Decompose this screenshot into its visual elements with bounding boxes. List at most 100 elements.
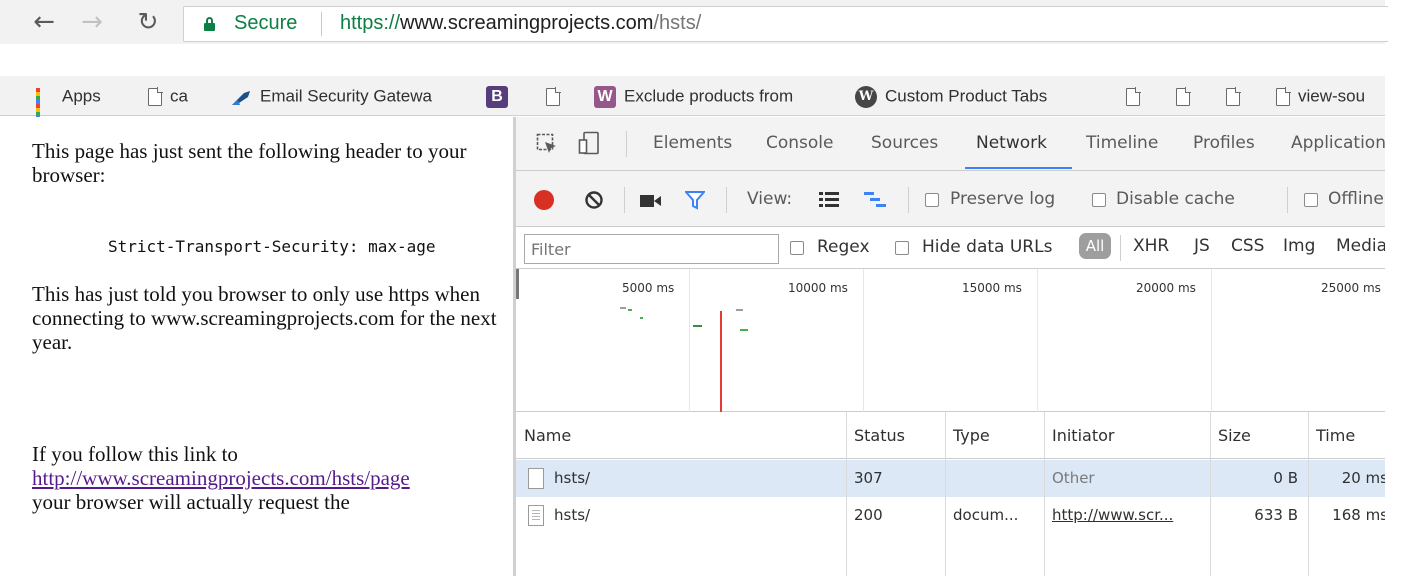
column-status[interactable]: Status <box>854 426 905 445</box>
filter-media[interactable]: Media <box>1336 236 1385 256</box>
address-bar[interactable]: Secure https://www.screamingprojects.com… <box>183 6 1388 42</box>
bookmark-label: Exclude products from <box>624 86 794 106</box>
disable-cache-checkbox[interactable] <box>1092 193 1106 207</box>
view-label: View: <box>747 189 793 209</box>
address-divider <box>321 12 322 36</box>
bookmark-label: Apps <box>62 86 101 106</box>
column-divider <box>1210 412 1211 576</box>
bookmark-apps[interactable]: Apps <box>36 84 101 124</box>
page-icon <box>148 86 163 106</box>
page-icon <box>1176 86 1191 106</box>
hide-data-urls-checkbox[interactable] <box>895 241 909 255</box>
request-row[interactable]: hsts/ 307 Other 0 B 20 ms <box>516 460 1385 497</box>
bookmark-ca[interactable]: ca <box>148 84 188 108</box>
waterfall-overview-icon[interactable] <box>864 192 886 212</box>
filter-funnel-icon[interactable] <box>683 190 707 214</box>
clear-icon[interactable] <box>584 190 604 214</box>
filter-js[interactable]: JS <box>1194 236 1210 256</box>
toolbar-divider <box>624 187 625 213</box>
request-mark <box>628 309 632 311</box>
bookmark-bootstrap[interactable]: B <box>486 84 516 108</box>
back-arrow-icon[interactable]: ← <box>28 6 60 38</box>
bookmark-label: ca <box>170 86 188 106</box>
forward-arrow-icon[interactable]: → <box>76 6 108 38</box>
bookmark-email-security-gateway[interactable]: Email Security Gatewa <box>230 84 432 108</box>
timeline-gridline <box>1211 269 1212 412</box>
bookmark-label: view-sou <box>1298 86 1366 106</box>
filter-xhr[interactable]: XHR <box>1133 236 1169 256</box>
offline-label: Offline <box>1328 189 1384 209</box>
page-icon <box>1126 86 1141 106</box>
devtools-panel: Elements Console Sources Network Timelin… <box>513 117 1385 576</box>
regex-checkbox[interactable] <box>790 241 804 255</box>
bookmark-custom-product-tabs[interactable]: W Custom Product Tabs <box>855 84 1047 108</box>
page-icon <box>546 86 561 106</box>
network-toolbar: View: Preserve log Disable cache Offline <box>516 171 1385 227</box>
bookmark-exclude-products[interactable]: W Exclude products from <box>594 84 793 108</box>
bookmark-view-source[interactable]: view-sou <box>1276 84 1365 108</box>
screenshot-camera-icon[interactable] <box>640 193 662 212</box>
tab-console[interactable]: Console <box>766 133 834 153</box>
column-time[interactable]: Time <box>1316 426 1355 445</box>
link-paragraph: If you follow this link to http://www.sc… <box>32 442 502 514</box>
apps-grid-icon <box>36 87 54 124</box>
tab-timeline[interactable]: Timeline <box>1086 133 1158 153</box>
preserve-log-checkbox[interactable] <box>925 193 939 207</box>
filter-all-button[interactable]: All <box>1079 233 1111 259</box>
timeline-tick-label: 20000 ms <box>1136 281 1196 295</box>
column-initiator[interactable]: Initiator <box>1052 426 1114 445</box>
link-paragraph-prefix: If you follow this link to <box>32 442 238 466</box>
url-path: /hsts/ <box>653 12 702 34</box>
filter-css[interactable]: CSS <box>1231 236 1264 256</box>
preserve-log-label: Preserve log <box>950 189 1056 209</box>
network-overview-timeline[interactable]: 5000 ms 10000 ms 15000 ms 20000 ms 25000… <box>516 269 1385 412</box>
request-initiator: Other <box>1052 469 1095 487</box>
url-host: www.screamingprojects.com <box>400 12 654 34</box>
tab-elements[interactable]: Elements <box>653 133 732 153</box>
bookmark-page-1[interactable] <box>546 84 568 108</box>
tab-profiles[interactable]: Profiles <box>1193 133 1255 153</box>
request-size: 633 B <box>1254 506 1298 524</box>
filter-divider <box>1120 235 1121 261</box>
page-icon <box>1276 86 1291 106</box>
devtools-tab-strip: Elements Console Sources Network Timelin… <box>516 117 1385 171</box>
request-time: 168 ms <box>1332 506 1385 524</box>
record-icon[interactable] <box>534 190 554 210</box>
timeline-tick-label: 5000 ms <box>622 281 675 295</box>
offline-checkbox[interactable] <box>1304 193 1318 207</box>
link-paragraph-suffix: your browser will actually request the <box>32 490 350 514</box>
request-type: docum... <box>953 506 1019 524</box>
request-mark <box>740 329 748 331</box>
hsts-page-link[interactable]: http://www.screamingprojects.com/hsts/pa… <box>32 466 410 490</box>
timeline-tick-label: 25000 ms <box>1321 281 1381 295</box>
tab-application[interactable]: Application <box>1291 133 1385 153</box>
timeline-gridline <box>1037 269 1038 412</box>
column-name[interactable]: Name <box>524 426 571 445</box>
filter-input[interactable] <box>524 234 779 264</box>
page-content: This page has just sent the following he… <box>0 117 513 576</box>
timeline-gridline <box>863 269 864 412</box>
inspect-element-icon[interactable] <box>536 133 558 159</box>
document-icon <box>528 468 544 489</box>
overview-drag-handle[interactable] <box>516 269 519 299</box>
request-mark <box>693 325 702 327</box>
large-rows-icon[interactable] <box>819 192 839 212</box>
request-initiator-link[interactable]: http://www.scr... <box>1052 506 1207 524</box>
woocommerce-w-icon: W <box>594 85 616 108</box>
column-size[interactable]: Size <box>1218 426 1251 445</box>
page-icon <box>1226 86 1241 106</box>
request-size: 0 B <box>1273 469 1298 487</box>
request-row[interactable]: hsts/ 200 docum... http://www.scr... 633… <box>516 497 1385 534</box>
filter-img[interactable]: Img <box>1283 236 1315 256</box>
bookmark-label: Custom Product Tabs <box>885 86 1048 106</box>
url-text[interactable]: https://www.screamingprojects.com/hsts/ <box>340 12 701 35</box>
device-toolbar-icon[interactable] <box>578 131 600 159</box>
bookmark-page-2[interactable] <box>1126 84 1148 108</box>
tab-sources[interactable]: Sources <box>871 133 938 153</box>
reload-icon[interactable]: ↻ <box>132 6 164 38</box>
bookmark-page-4[interactable] <box>1226 84 1248 108</box>
requests-header: Name Status Type Initiator Size Time <box>516 412 1385 459</box>
bookmark-page-3[interactable] <box>1176 84 1198 108</box>
column-type[interactable]: Type <box>953 426 990 445</box>
tab-network[interactable]: Network <box>976 133 1047 153</box>
